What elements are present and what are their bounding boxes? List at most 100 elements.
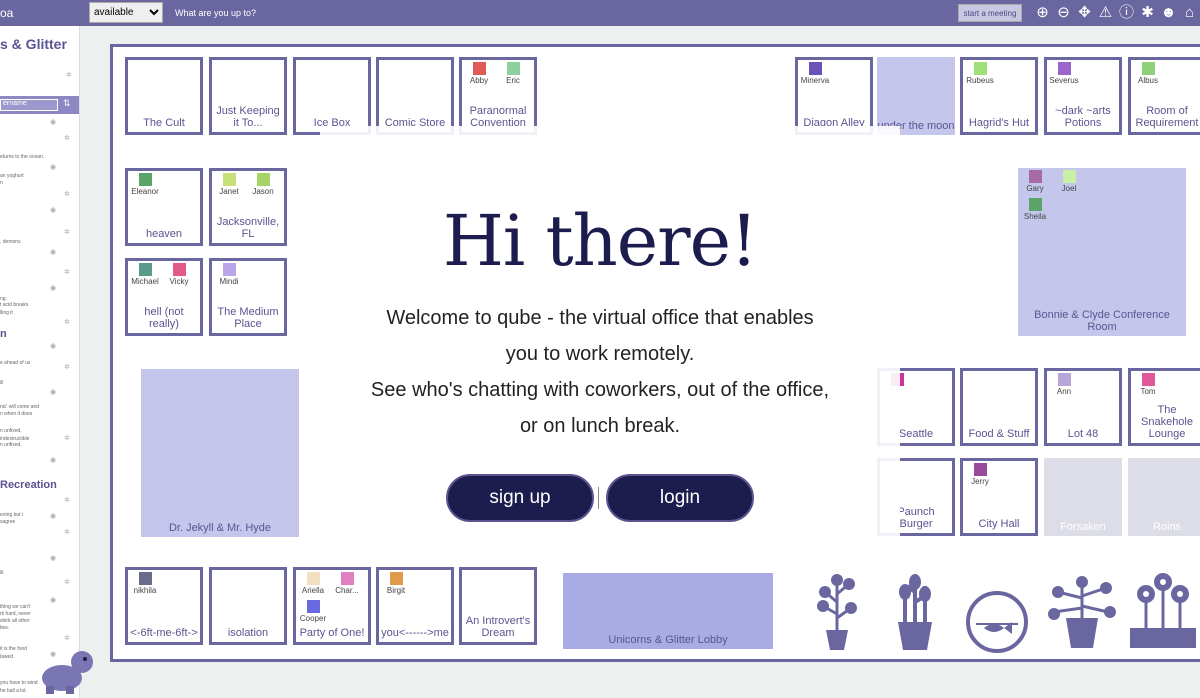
sidebar-title: s & Glitter bbox=[0, 36, 67, 52]
person-avatar[interactable]: Sheila bbox=[1018, 198, 1052, 221]
zoom-in-icon[interactable]: ⊕ bbox=[1034, 3, 1051, 23]
eye-icon[interactable]: ◉ bbox=[50, 596, 56, 604]
room-under-the-moon[interactable]: under the moon bbox=[877, 57, 955, 135]
room-hell[interactable]: hell (not really) Michael Vicky bbox=[125, 258, 203, 336]
settings-icon[interactable]: ✲ bbox=[64, 363, 70, 371]
person-avatar[interactable]: Ariella bbox=[296, 572, 330, 595]
person-avatar[interactable]: Mindi bbox=[212, 263, 246, 286]
settings-icon[interactable]: ✲ bbox=[64, 434, 70, 442]
room-dr-jekyll[interactable]: Dr. Jekyll & Mr. Hyde bbox=[141, 369, 299, 537]
room-diagon-alley[interactable]: Diagon Alley Minerva bbox=[795, 57, 873, 135]
room-heaven[interactable]: heaven Eleanor bbox=[125, 168, 203, 246]
person-avatar[interactable]: Tom bbox=[1131, 373, 1165, 396]
room-dark-arts[interactable]: ~dark ~arts Potions Severus bbox=[1044, 57, 1122, 135]
room-ice-box[interactable]: Ice Box bbox=[293, 57, 371, 135]
avatar-square bbox=[506, 62, 520, 75]
room-roins[interactable]: Roins bbox=[1128, 458, 1200, 536]
person-avatar[interactable]: Char... bbox=[330, 572, 364, 595]
eye-icon[interactable]: ◉ bbox=[50, 554, 56, 562]
person-avatar[interactable]: Cooper bbox=[296, 600, 330, 623]
settings-icon[interactable]: ✲ bbox=[66, 71, 72, 79]
room-name: Forsaken bbox=[1060, 521, 1106, 533]
room-6ft[interactable]: <-6ft-me-6ft-> nikhila bbox=[125, 567, 203, 645]
warning-icon[interactable]: ⚠ bbox=[1097, 3, 1114, 23]
move-icon[interactable]: ✥ bbox=[1076, 3, 1093, 23]
eye-icon[interactable]: ◉ bbox=[50, 163, 56, 171]
room-just-keeping[interactable]: Just Keeping it To... bbox=[209, 57, 287, 135]
room-bonnie-clyde[interactable]: Bonnie & Clyde Conference Room Gary Joel Sh… bbox=[1018, 168, 1186, 336]
room-room-of-req[interactable]: Room of Requirement Albus bbox=[1128, 57, 1200, 135]
room-hagrids-hut[interactable]: Hagrid's Hut Rubeus bbox=[960, 57, 1038, 135]
search-input[interactable]: ername bbox=[0, 99, 58, 111]
eye-icon[interactable]: ◉ bbox=[50, 284, 56, 292]
home-icon[interactable]: ⌂ bbox=[1181, 3, 1198, 23]
chat-message: , demons bbox=[0, 239, 21, 245]
room-the-cult[interactable]: The Cult bbox=[125, 57, 203, 135]
info-icon[interactable]: ⓘ bbox=[1118, 3, 1135, 23]
settings-icon[interactable]: ✲ bbox=[64, 578, 70, 586]
eye-icon[interactable]: ◉ bbox=[50, 118, 56, 126]
settings-icon[interactable]: ✲ bbox=[64, 318, 70, 326]
settings-icon[interactable]: ✲ bbox=[64, 228, 70, 236]
person-avatar[interactable]: Gary bbox=[1018, 170, 1052, 193]
person-avatar[interactable]: Severus bbox=[1047, 62, 1081, 85]
eye-icon[interactable]: ◉ bbox=[50, 456, 56, 464]
room-name: Bonnie & Clyde Conference Room bbox=[1034, 309, 1170, 333]
room-you-me[interactable]: you<------>me Birgit bbox=[376, 567, 454, 645]
settings-icon[interactable]: ✲ bbox=[64, 528, 70, 536]
person-avatar[interactable]: Abby bbox=[462, 62, 496, 85]
room-snakehole[interactable]: The Snakehole Lounge Tom bbox=[1128, 368, 1200, 446]
eye-icon[interactable]: ◉ bbox=[50, 342, 56, 350]
person-avatar[interactable]: Rubeus bbox=[963, 62, 997, 85]
zoom-out-icon[interactable]: ⊖ bbox=[1055, 3, 1072, 23]
room-city-hall[interactable]: City Hall Jerry bbox=[960, 458, 1038, 536]
person-name: nikhila bbox=[133, 586, 157, 595]
room-paranormal[interactable]: Paranormal Convention Abby Eric bbox=[459, 57, 537, 135]
room-forsaken[interactable]: Forsaken bbox=[1044, 458, 1122, 536]
settings-icon[interactable]: ✲ bbox=[64, 634, 70, 642]
person-avatar[interactable]: Janet bbox=[212, 173, 246, 196]
room-lot-48[interactable]: Lot 48 Ann bbox=[1044, 368, 1122, 446]
person-avatar[interactable]: Minerva bbox=[798, 62, 832, 85]
settings-icon[interactable]: ✲ bbox=[64, 190, 70, 198]
room-lobby[interactable]: Unicorns & Glitter Lobby bbox=[563, 573, 773, 649]
eye-icon[interactable]: ◉ bbox=[50, 388, 56, 396]
sort-icon[interactable]: ⇅ bbox=[63, 98, 71, 109]
room-food-stuff[interactable]: Food & Stuff bbox=[960, 368, 1038, 446]
room-name: hell (not really) bbox=[144, 306, 184, 330]
signup-button[interactable]: sign up bbox=[446, 474, 594, 522]
person-avatar[interactable]: Michael bbox=[128, 263, 162, 286]
person-avatar[interactable]: Joel bbox=[1052, 170, 1086, 193]
person-avatar[interactable]: Jerry bbox=[963, 463, 997, 486]
person-avatar[interactable]: Eleanor bbox=[128, 173, 162, 196]
person-avatar[interactable]: nikhila bbox=[128, 572, 162, 595]
room-jacksonville[interactable]: Jacksonville, FL Janet Jason bbox=[209, 168, 287, 246]
person-avatar[interactable]: Jason bbox=[246, 173, 280, 196]
person-name: Severus bbox=[1049, 76, 1079, 85]
people-icon[interactable]: ☻ bbox=[1160, 3, 1177, 23]
eye-icon[interactable]: ◉ bbox=[50, 206, 56, 214]
availability-select[interactable]: available bbox=[89, 2, 163, 23]
settings-icon[interactable]: ✲ bbox=[64, 134, 70, 142]
eye-icon[interactable]: ◉ bbox=[50, 512, 56, 520]
person-avatar[interactable]: Eric bbox=[496, 62, 530, 85]
start-meeting-button[interactable]: start a meeting bbox=[958, 4, 1022, 22]
person-avatar[interactable]: Ann bbox=[1047, 373, 1081, 396]
login-button[interactable]: login bbox=[606, 474, 754, 522]
room-isolation[interactable]: isolation bbox=[209, 567, 287, 645]
avatar-square bbox=[973, 62, 987, 75]
status-input[interactable]: What are you up to? bbox=[175, 8, 256, 18]
person-avatar[interactable]: Vicky bbox=[162, 263, 196, 286]
person-name: Rubeus bbox=[966, 76, 994, 85]
room-medium-place[interactable]: The Medium Place Mindi bbox=[209, 258, 287, 336]
room-comic-store[interactable]: Comic Store bbox=[376, 57, 454, 135]
settings-icon[interactable]: ✲ bbox=[64, 268, 70, 276]
person-avatar[interactable]: Birgit bbox=[379, 572, 413, 595]
sidebar-search: ername ⇅ bbox=[0, 96, 79, 114]
bug-icon[interactable]: ✱ bbox=[1139, 3, 1156, 23]
settings-icon[interactable]: ✲ bbox=[64, 496, 70, 504]
eye-icon[interactable]: ◉ bbox=[50, 248, 56, 256]
person-avatar[interactable]: Albus bbox=[1131, 62, 1165, 85]
room-party-of-one[interactable]: Party of One! Ariella Char... Cooper bbox=[293, 567, 371, 645]
room-introvert[interactable]: An Introvert's Dream bbox=[459, 567, 537, 645]
